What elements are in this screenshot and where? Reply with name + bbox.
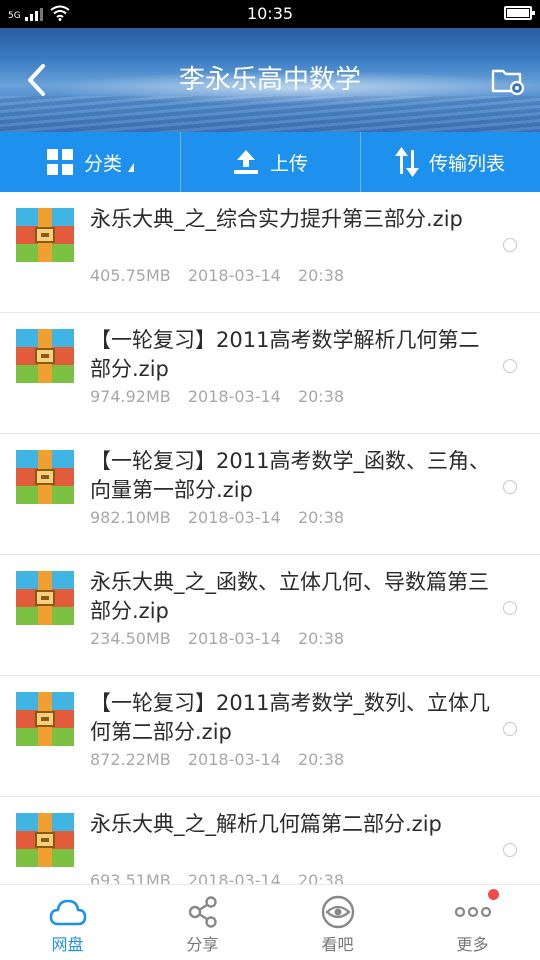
cloud-icon bbox=[48, 895, 88, 929]
file-name: 永乐大典_之_综合实力提升第三部分.zip bbox=[90, 207, 463, 231]
upload-label: 上传 bbox=[269, 152, 308, 175]
category-button[interactable]: 分类 bbox=[0, 132, 180, 192]
file-time: 20:38 bbox=[297, 750, 345, 769]
upload-icon bbox=[233, 150, 258, 174]
file-list: 永乐大典_之_综合实力提升第三部分.zip 405.75MB 2018-03-1… bbox=[0, 192, 540, 884]
toolbar: 分类 上传 传输列表 bbox=[0, 132, 540, 192]
file-date: 2018-03-14 bbox=[187, 387, 281, 406]
transfer-arrows-icon bbox=[394, 147, 419, 177]
nav-item-watch[interactable]: 看吧 bbox=[270, 885, 405, 960]
file-meta: 234.50MB 2018-03-14 20:38 bbox=[90, 628, 344, 650]
upload-button[interactable]: 上传 bbox=[180, 132, 360, 192]
file-size: 234.50MB bbox=[90, 629, 171, 648]
select-radio[interactable] bbox=[503, 843, 517, 857]
file-date: 2018-03-14 bbox=[187, 871, 281, 884]
file-meta: 405.75MB 2018-03-14 20:38 bbox=[90, 265, 344, 287]
select-radio[interactable] bbox=[503, 601, 517, 615]
transfers-label: 传输列表 bbox=[428, 152, 505, 175]
select-radio[interactable] bbox=[503, 480, 517, 494]
battery-icon bbox=[504, 6, 535, 20]
nav-label-watch: 看吧 bbox=[321, 935, 354, 954]
select-radio[interactable] bbox=[503, 359, 517, 373]
file-size: 982.10MB bbox=[90, 508, 171, 527]
nav-label-more: 更多 bbox=[456, 935, 489, 954]
zip-file-icon bbox=[16, 813, 74, 867]
share-icon bbox=[183, 895, 223, 929]
file-date: 2018-03-14 bbox=[187, 750, 281, 769]
file-date: 2018-03-14 bbox=[187, 266, 281, 285]
back-button[interactable] bbox=[18, 58, 54, 102]
file-size: 405.75MB bbox=[90, 266, 171, 285]
file-time: 20:38 bbox=[297, 871, 345, 884]
select-radio[interactable] bbox=[503, 238, 517, 252]
chevron-left-icon bbox=[28, 64, 45, 96]
file-name: 【一轮复习】2011高考数学解析几何第二部分.zip bbox=[90, 328, 480, 381]
file-date: 2018-03-14 bbox=[187, 629, 281, 648]
file-date: 2018-03-14 bbox=[187, 508, 281, 527]
bottom-nav: 网盘 分享 看吧 更多 bbox=[0, 884, 540, 960]
file-meta: 693.51MB 2018-03-14 20:38 bbox=[90, 870, 344, 884]
zip-file-icon bbox=[16, 692, 74, 746]
category-label: 分类 bbox=[83, 152, 122, 175]
status-time: 10:35 bbox=[246, 4, 294, 23]
file-time: 20:38 bbox=[297, 266, 345, 285]
file-time: 20:38 bbox=[297, 629, 345, 648]
file-list-item[interactable]: 【一轮复习】2011高考数学_函数、三角、向量第一部分.zip 982.10MB… bbox=[0, 434, 540, 555]
zip-file-icon bbox=[16, 329, 74, 383]
header: 李永乐高中数学 bbox=[0, 28, 540, 132]
screen: 5G 10:35 李永乐高中数学 分类 上传 传输列表 永乐大典_之_综合实力提… bbox=[0, 0, 540, 960]
nav-item-more[interactable]: 更多 bbox=[405, 885, 540, 960]
nav-label-share: 分享 bbox=[186, 935, 219, 954]
caret-down-icon bbox=[128, 162, 134, 172]
file-name: 永乐大典_之_解析几何篇第二部分.zip bbox=[90, 812, 442, 836]
status-bar: 5G 10:35 bbox=[0, 0, 540, 28]
notification-badge bbox=[488, 889, 499, 900]
nav-item-share[interactable]: 分享 bbox=[135, 885, 270, 960]
file-list-item[interactable]: 永乐大典_之_函数、立体几何、导数篇第三部分.zip 234.50MB 2018… bbox=[0, 555, 540, 676]
transfers-button[interactable]: 传输列表 bbox=[360, 132, 540, 192]
select-radio[interactable] bbox=[503, 722, 517, 736]
file-time: 20:38 bbox=[297, 508, 345, 527]
more-icon bbox=[453, 895, 493, 929]
grid-icon bbox=[46, 149, 73, 175]
file-name: 【一轮复习】2011高考数学_数列、立体几何第二部分.zip bbox=[90, 691, 490, 744]
file-list-item[interactable]: 永乐大典_之_综合实力提升第三部分.zip 405.75MB 2018-03-1… bbox=[0, 192, 540, 313]
file-meta: 872.22MB 2018-03-14 20:38 bbox=[90, 749, 344, 771]
eye-icon bbox=[318, 895, 358, 929]
file-name: 【一轮复习】2011高考数学_函数、三角、向量第一部分.zip bbox=[90, 449, 490, 502]
folder-settings-icon[interactable] bbox=[490, 62, 526, 98]
file-size: 693.51MB bbox=[90, 871, 171, 884]
zip-file-icon bbox=[16, 571, 74, 625]
file-meta: 982.10MB 2018-03-14 20:38 bbox=[90, 507, 344, 529]
file-list-item[interactable]: 永乐大典_之_解析几何篇第二部分.zip 693.51MB 2018-03-14… bbox=[0, 797, 540, 884]
zip-file-icon bbox=[16, 208, 74, 262]
file-list-item[interactable]: 【一轮复习】2011高考数学_数列、立体几何第二部分.zip 872.22MB … bbox=[0, 676, 540, 797]
file-meta: 974.92MB 2018-03-14 20:38 bbox=[90, 386, 344, 408]
zip-file-icon bbox=[16, 450, 74, 504]
header-background-waves bbox=[0, 96, 540, 132]
file-size: 872.22MB bbox=[90, 750, 171, 769]
nav-item-netdisk[interactable]: 网盘 bbox=[0, 885, 135, 960]
nav-label-netdisk: 网盘 bbox=[51, 935, 84, 954]
file-name: 永乐大典_之_函数、立体几何、导数篇第三部分.zip bbox=[90, 570, 489, 623]
file-size: 974.92MB bbox=[90, 387, 171, 406]
page-title: 李永乐高中数学 bbox=[178, 65, 361, 95]
file-list-item[interactable]: 【一轮复习】2011高考数学解析几何第二部分.zip 974.92MB 2018… bbox=[0, 313, 540, 434]
file-time: 20:38 bbox=[297, 387, 345, 406]
